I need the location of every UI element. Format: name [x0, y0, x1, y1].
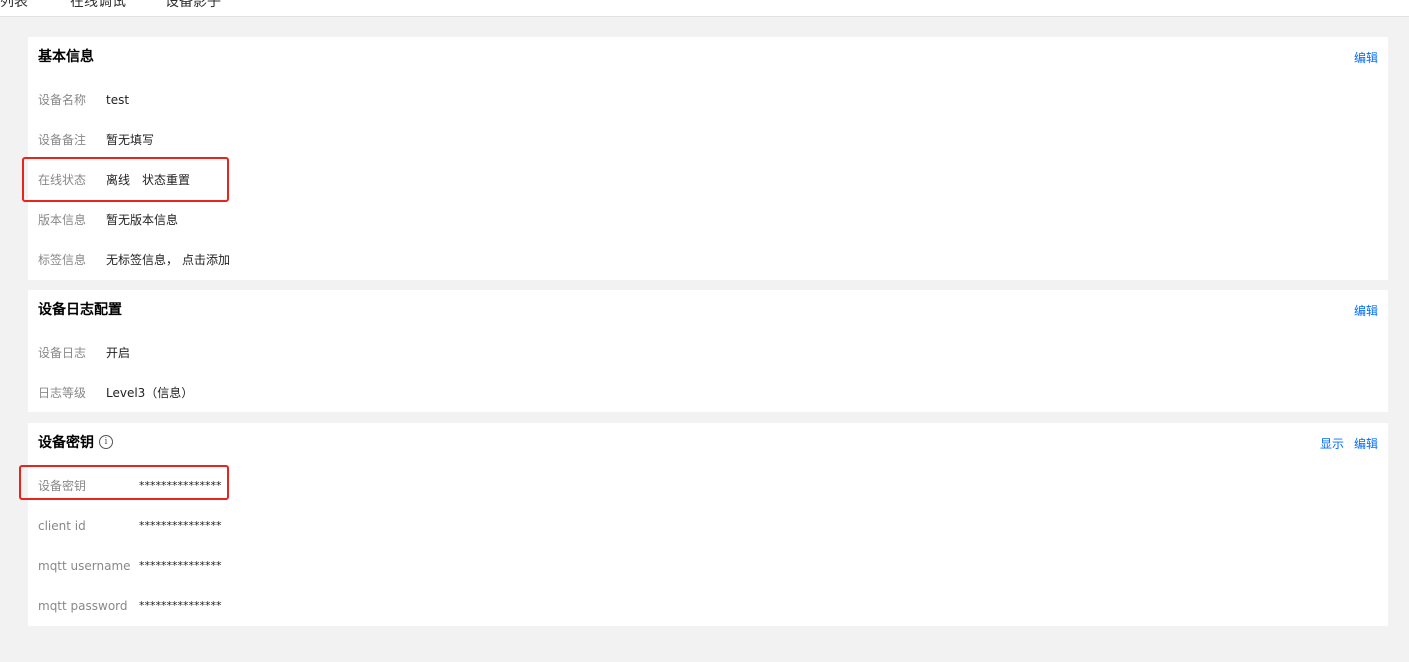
device-key-card: 设备密钥 i 显示 编辑 设备密钥 *************** client i…: [28, 423, 1388, 626]
device-key-edit-button[interactable]: 编辑: [1354, 437, 1378, 451]
mqtt-username-label: mqtt username: [38, 559, 131, 573]
online-status-label: 在线状态: [38, 173, 87, 187]
tab-device-list[interactable]: 设备列表: [0, 0, 28, 12]
client-id-label: client id: [38, 519, 86, 533]
info-icon[interactable]: i: [99, 435, 113, 449]
log-config-actions: 编辑: [1354, 302, 1378, 320]
mqtt-password-label: mqtt password: [38, 599, 128, 613]
show-key-button[interactable]: 显示: [1320, 437, 1344, 451]
device-secret-label: 设备密钥: [38, 479, 87, 493]
log-level-value: Level3（信息）: [106, 386, 194, 400]
log-level-label: 日志等级: [38, 386, 87, 400]
device-key-actions: 显示 编辑: [1320, 435, 1378, 453]
tag-info-label: 标签信息: [38, 253, 87, 267]
device-name-value: test: [106, 93, 130, 107]
basic-info-card: 基本信息 编辑 设备名称 test 设备备注 暂无填写 在线状态 离线 状态重置…: [28, 37, 1388, 280]
tab-device-shadow[interactable]: 设备影子: [165, 0, 221, 12]
log-config-edit-button[interactable]: 编辑: [1354, 304, 1378, 318]
mqtt-username-value: ***************: [139, 559, 222, 572]
device-key-title-text: 设备密钥: [38, 435, 94, 451]
reset-status-link[interactable]: 状态重置: [142, 171, 190, 189]
add-tag-link[interactable]: 点击添加: [182, 251, 230, 269]
tab-bar: 设备列表 在线调试 设备影子: [0, 0, 1409, 17]
device-key-title: 设备密钥 i: [38, 434, 113, 452]
online-status-value: 离线: [106, 173, 131, 187]
tag-info-value: 无标签信息，: [106, 253, 179, 267]
version-info-value: 暂无版本信息: [106, 213, 179, 227]
device-remark-value: 暂无填写: [106, 133, 155, 147]
basic-info-title: 基本信息: [38, 49, 94, 65]
mqtt-password-value: ***************: [139, 599, 222, 612]
tab-online-debug[interactable]: 在线调试: [70, 0, 126, 12]
log-config-title: 设备日志配置: [38, 302, 122, 318]
device-name-label: 设备名称: [38, 93, 87, 107]
client-id-value: ***************: [139, 519, 222, 532]
basic-info-actions: 编辑: [1354, 49, 1378, 67]
device-remark-label: 设备备注: [38, 133, 87, 147]
log-config-card: 设备日志配置 编辑 设备日志 开启 日志等级 Level3（信息）: [28, 290, 1388, 412]
device-log-value: 开启: [106, 346, 131, 360]
device-secret-value: ***************: [139, 479, 222, 492]
basic-info-edit-button[interactable]: 编辑: [1354, 51, 1378, 65]
device-log-label: 设备日志: [38, 346, 87, 360]
version-info-label: 版本信息: [38, 213, 87, 227]
